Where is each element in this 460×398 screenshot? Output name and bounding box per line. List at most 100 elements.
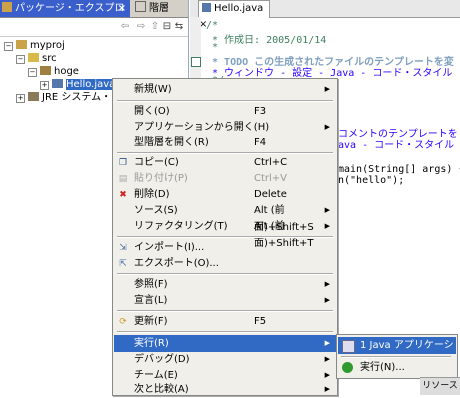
menu-item-label: エクスポート(O)... [134,258,219,269]
expand-icon[interactable]: + [40,81,49,90]
library-icon [28,92,39,101]
tree-item-label: src [42,53,57,64]
menu-item-open-type-hierarchy[interactable]: 型階層を開く(R) F4 [114,134,336,151]
menu-item-export[interactable]: ⇱ エクスポート(O)... [114,255,336,272]
menu-item-refresh[interactable]: ⟳ 更新(F) F5 [114,313,336,330]
menu-separator [117,273,333,275]
menu-item-label: デバッグ(D) [134,354,190,365]
menu-item-label: 型階層を開く(R) [134,137,209,148]
menu-item-label: 新規(W) [134,84,172,95]
menu-item-label: 実行(N)... [360,362,405,373]
run-submenu: 1 Java アプリケーション 実行(N)... [336,334,458,379]
menu-item-label: ソース(S) [134,205,178,216]
menu-separator [117,236,333,238]
collapse-icon[interactable]: − [16,55,25,64]
java-file-icon [202,3,211,12]
close-icon[interactable]: × [118,0,126,17]
menu-item-label: リファクタリング(T) [134,221,228,232]
editor-tabbar: Hello.java × [190,0,460,30]
shortcut: Delete [254,189,287,200]
menu-item-references[interactable]: 参照(F) ▶ [114,276,336,293]
tree-item-hello-java[interactable]: + Hello.java [40,79,116,91]
shortcut: Ctrl+V [254,173,288,184]
shortcut: Ctrl+C [254,157,288,168]
menu-item-import[interactable]: ⇲ インポート(I)... [114,239,336,256]
forward-icon[interactable]: ⇨ [134,20,148,34]
code-line[interactable]: * 作成日: 2005/01/14 [206,31,326,46]
java-file-icon [52,79,63,88]
refresh-icon: ⟳ [119,317,127,327]
menu-item-source[interactable]: ソース(S) Alt (前面)+Shift+S ▶ [114,202,336,233]
menu-item-compare-with[interactable]: 次と比較(A) ▶ [114,381,336,398]
menu-item-run-configurations[interactable]: 実行(N)... [338,359,456,376]
source-folder-icon [28,53,39,62]
code-line[interactable]: main(String[] args) { [338,164,460,175]
expand-icon[interactable]: + [16,94,25,103]
menu-item-open[interactable]: 開く(O) F3 [114,103,336,120]
resource-tab[interactable]: リソース [420,377,460,395]
project-icon [16,40,27,49]
context-menu: 新規(W) ▶ 開く(O) F3 アプリケーションから開く(H) ▶ 型階層を開く(R… [112,78,338,396]
menu-item-label: 削除(D) [134,189,170,200]
code-line[interactable]: n("hello"); [338,175,404,186]
menu-item-label: 開く(O) [134,106,170,117]
submenu-arrow-icon: ▶ [324,222,330,230]
tree-item-hoge[interactable]: − hoge [28,66,79,78]
tab-hierarchy[interactable]: 階層 [132,0,188,17]
menu-item-debug[interactable]: デバッグ(D) ▶ [114,351,336,368]
link-editor-icon[interactable]: ⇆ [172,20,186,34]
menu-item-run-java-application[interactable]: 1 Java アプリケーション [338,337,456,368]
paste-icon: ▤ [118,174,128,184]
tree-item-src[interactable]: − src [16,53,57,65]
menu-item-run[interactable]: 実行(R) ▶ [114,335,336,352]
run-icon [342,362,353,373]
collapse-icon[interactable]: − [4,42,13,51]
submenu-arrow-icon: ▶ [324,206,330,214]
menu-separator [117,100,333,102]
package-icon [40,66,51,75]
submenu-arrow-icon: ▶ [324,296,330,304]
back-icon[interactable]: ⇦ [118,20,132,34]
code-line[interactable]: ava - コード・スタイル - [338,136,460,151]
explorer-toolbar: ⇦ ⇨ ⇧ ⊟ ⇆ [0,18,188,37]
submenu-arrow-icon: ▶ [324,385,330,393]
shortcut: F3 [254,106,267,117]
tree-item-label: hoge [54,66,79,77]
tree-item-myproj[interactable]: − myproj [4,40,65,52]
collapse-icon[interactable]: − [28,68,37,77]
menu-separator [341,356,451,358]
menu-separator [117,331,333,333]
java-application-icon [342,340,355,353]
tree-item-label: Hello.java [66,79,116,90]
tree-item-label: myproj [30,40,65,51]
menu-item-new[interactable]: 新規(W) ▶ [114,81,336,98]
menu-item-label: 宣言(L) [134,295,168,306]
tab-hello-java[interactable]: Hello.java × [198,0,270,30]
delete-icon: ✖ [119,190,127,200]
menu-item-declarations[interactable]: 宣言(L) ▶ [114,292,336,309]
editor-tab-label: Hello.java [214,3,264,14]
export-icon: ⇱ [119,259,127,269]
shortcut: F4 [254,137,267,148]
tab-hierarchy-label: 階層 [149,3,169,14]
menu-item-copy[interactable]: ❐ コピー(C) Ctrl+C [114,154,336,171]
menu-item-label: コピー(C) [134,157,179,168]
code-line[interactable]: /* [206,20,218,31]
hierarchy-icon [135,1,146,12]
menu-separator [117,310,333,312]
menu-item-paste[interactable]: ▤ 貼り付け(P) Ctrl+V [114,170,336,187]
menu-item-refactor[interactable]: リファクタリング(T) Alt (前面)+Shift+T ▶ [114,218,336,249]
code-line[interactable]: * ウィンドウ - 設定 - Java - コード・スタイル - [206,64,460,79]
menu-item-label: インポート(I)... [134,242,205,253]
package-explorer-icon [2,2,12,12]
code-line[interactable]: * [206,42,218,53]
menu-item-label: 実行(R) [134,338,169,349]
tab-package-explorer[interactable]: パッケージ・エクスプローラー × [0,0,130,31]
copy-icon: ❐ [118,158,128,168]
task-marker-icon [191,57,201,67]
submenu-arrow-icon: ▶ [324,339,330,347]
menu-item-label: 次と比較(A) [134,384,189,395]
menu-item-delete[interactable]: ✖ 削除(D) Delete [114,186,336,203]
import-icon: ⇲ [119,243,127,253]
submenu-arrow-icon: ▶ [324,85,330,93]
